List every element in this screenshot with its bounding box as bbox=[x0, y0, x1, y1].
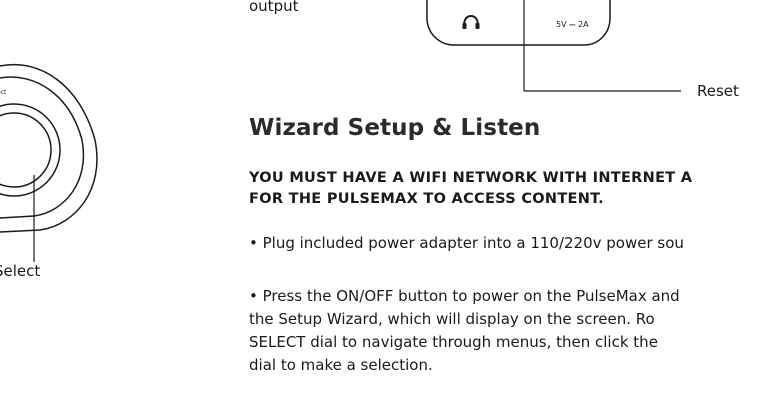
headphone-icon bbox=[462, 14, 480, 29]
power-spec-label: 5V ⎓ 2A bbox=[556, 20, 589, 29]
device-left-inner-outline bbox=[0, 76, 85, 219]
step-2-line-3: SELECT dial to navigate through menus, t… bbox=[249, 333, 658, 351]
select-label: Select bbox=[0, 262, 41, 280]
output-label: output bbox=[249, 0, 299, 15]
warning-line-1: YOU MUST HAVE A WIFI NETWORK WITH INTERN… bbox=[249, 170, 693, 186]
select-small-label: ect bbox=[0, 89, 7, 96]
step-2-line-1: • Press the ON/OFF button to power on th… bbox=[249, 287, 680, 305]
select-dial-inner bbox=[0, 112, 52, 188]
section-title: Wizard Setup & Listen bbox=[249, 115, 541, 141]
step-2-line-4: dial to make a selection. bbox=[249, 356, 433, 374]
step-2-line-2: the Setup Wizard, which will display on … bbox=[249, 310, 655, 328]
warning-line-2: FOR THE PULSEMAX TO ACCESS CONTENT. bbox=[249, 191, 604, 207]
reset-label: Reset bbox=[697, 82, 739, 100]
step-1: • Plug included power adapter into a 110… bbox=[249, 234, 684, 252]
